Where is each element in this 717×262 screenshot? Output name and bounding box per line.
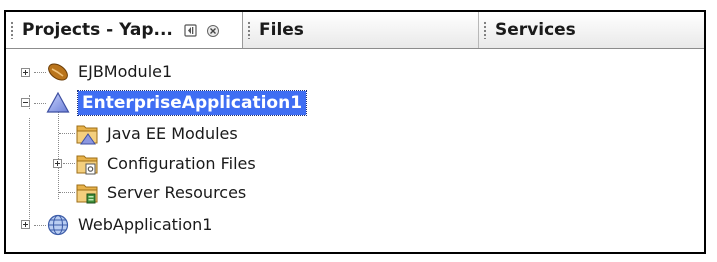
- tree-node-label: Configuration Files: [107, 154, 256, 173]
- tree-node-server-resources[interactable]: Server Resources: [6, 178, 706, 208]
- tab-files[interactable]: Files: [243, 12, 479, 48]
- tab-services[interactable]: Services: [479, 12, 706, 48]
- server-resources-folder-icon: [76, 184, 98, 204]
- tab-projects[interactable]: Projects - Yap...: [6, 12, 243, 48]
- ejb-bean-icon: [48, 63, 68, 81]
- expand-toggle[interactable]: [21, 220, 30, 229]
- tree-node-java-ee-modules[interactable]: Java EE Modules: [6, 119, 706, 149]
- tree-node-label: EJBModule1: [78, 62, 173, 81]
- configuration-files-folder-icon: [76, 155, 98, 175]
- minimize-window-icon[interactable]: [184, 24, 200, 38]
- tree-node-webapplication1[interactable]: WebApplication1: [6, 210, 706, 240]
- tab-drag-grip-icon[interactable]: [248, 21, 250, 39]
- collapse-toggle[interactable]: [21, 98, 30, 107]
- tree-node-enterpriseapplication1[interactable]: EnterpriseApplication1: [6, 88, 706, 118]
- tree-node-ejbmodule1[interactable]: EJBModule1: [6, 57, 706, 87]
- tree-node-label: Server Resources: [107, 183, 247, 202]
- web-app-globe-icon: [47, 214, 69, 236]
- tab-drag-grip-icon[interactable]: [484, 21, 486, 39]
- expand-toggle[interactable]: [53, 159, 62, 168]
- tab-files-label: Files: [259, 20, 304, 40]
- expand-toggle[interactable]: [21, 68, 30, 77]
- tab-bar: Projects - Yap... Files Services: [6, 12, 704, 49]
- tab-services-label: Services: [495, 20, 576, 40]
- tree-node-configuration-files[interactable]: Configuration Files: [6, 149, 706, 179]
- enterprise-app-icon: [46, 91, 70, 113]
- tree-node-label: WebApplication1: [78, 215, 213, 234]
- tree-node-label: Java EE Modules: [107, 124, 238, 143]
- tab-projects-label: Projects - Yap...: [22, 20, 173, 40]
- tree-node-label-selected: EnterpriseApplication1: [76, 90, 308, 116]
- java-ee-modules-folder-icon: [76, 125, 98, 145]
- projects-window: Projects - Yap... Files Services EJBModu…: [4, 10, 706, 254]
- tab-drag-grip-icon[interactable]: [11, 21, 13, 39]
- close-tab-icon[interactable]: [206, 24, 220, 38]
